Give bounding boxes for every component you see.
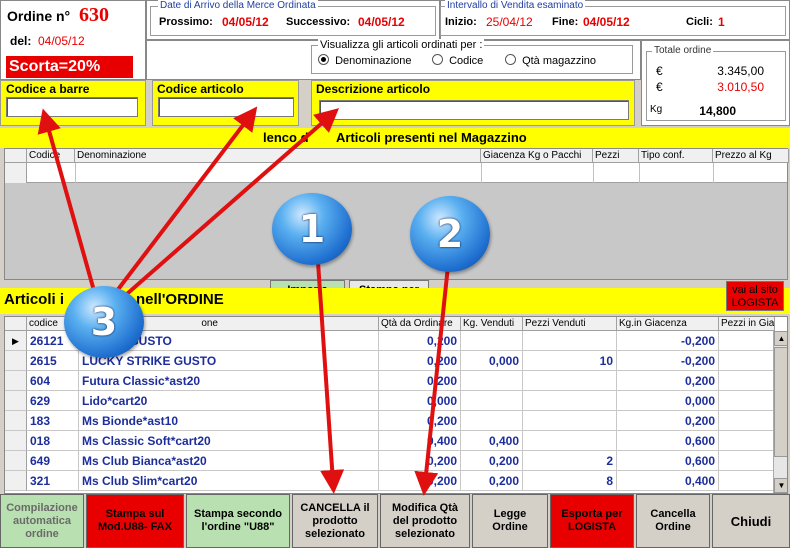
arrow-3-to-code [108, 106, 258, 302]
arrow-3-to-barcode [37, 108, 100, 307]
annotation-bubble-3: 3 [64, 286, 144, 358]
annotation-bubble-2: 2 [410, 196, 490, 272]
arrow-1-to-delete [316, 260, 345, 494]
annotation-bubble-1: 1 [272, 193, 352, 265]
arrow-2-to-edit [414, 264, 450, 496]
annotation-arrows [37, 106, 450, 496]
